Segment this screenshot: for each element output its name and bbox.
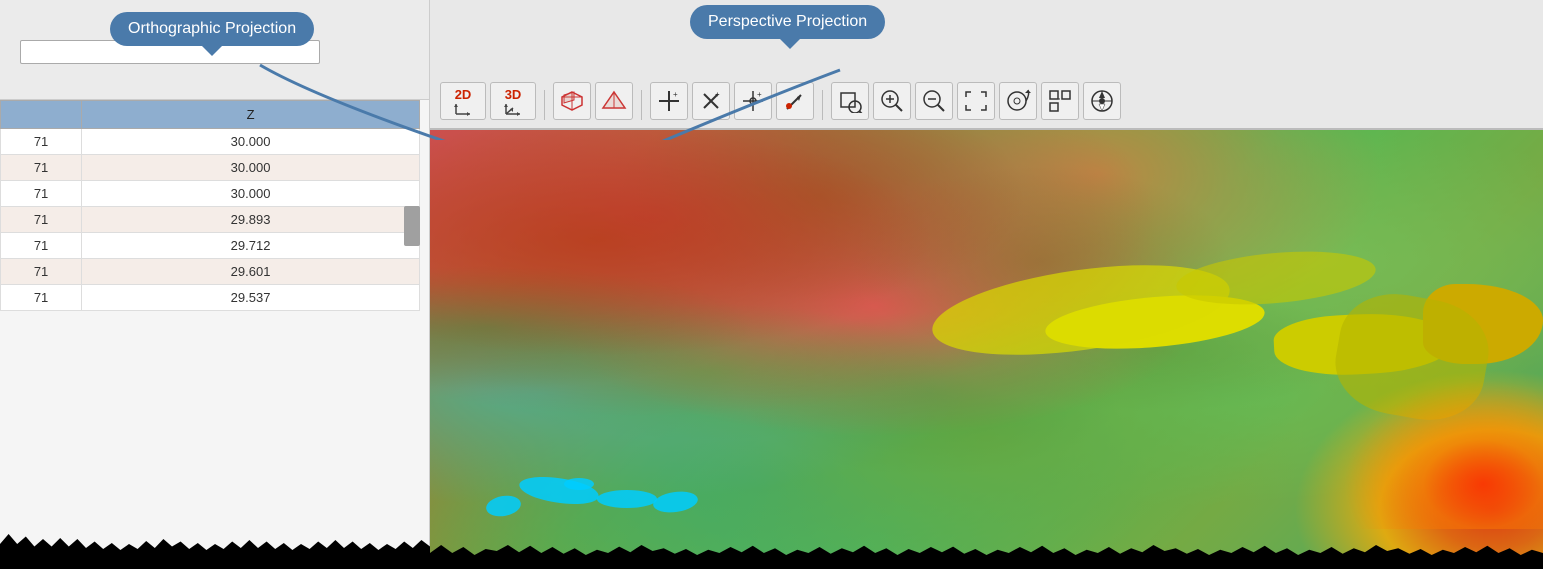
table-header-row: Z [1, 101, 420, 129]
btn-zoom-prev[interactable] [999, 82, 1037, 120]
svg-text:+: + [673, 90, 678, 99]
svg-text:+: + [757, 90, 762, 99]
zoom-out-icon [922, 89, 946, 113]
table-cell-id: 71 [1, 285, 82, 311]
water-feature-5 [564, 478, 594, 490]
btn-add-point[interactable]: + [650, 82, 688, 120]
table-row: 7129.601 [1, 259, 420, 285]
toolbar: 2D 3D [430, 0, 1543, 130]
2d-icon: 2D [454, 87, 472, 116]
table-cell-z: 29.601 [82, 259, 420, 285]
snap-icon [1047, 88, 1073, 114]
table-cell-z: 29.537 [82, 285, 420, 311]
viewport-3d [430, 130, 1543, 569]
table-row: 7130.000 [1, 155, 420, 181]
table-cell-id: 71 [1, 207, 82, 233]
btn-fit[interactable] [957, 82, 995, 120]
table-row: 7129.893 [1, 207, 420, 233]
table-row: 7130.000 [1, 129, 420, 155]
toolbar-divider-3 [822, 90, 823, 120]
toolbar-divider-1 [544, 90, 545, 120]
table-cell-id: 71 [1, 129, 82, 155]
btn-snap[interactable] [1041, 82, 1079, 120]
search-box[interactable] [20, 40, 320, 64]
zoom-in-icon [880, 89, 904, 113]
3d-icon: 3D [503, 87, 523, 116]
btn-box[interactable] [553, 82, 591, 120]
search-input-area [0, 0, 429, 74]
zoom-box-icon [837, 89, 863, 113]
left-panel: Z 7130.0007130.0007130.0007129.8937129.7… [0, 0, 430, 569]
zoom-prev-icon [1004, 88, 1032, 114]
main-container: Z 7130.0007130.0007130.0007129.8937129.7… [0, 0, 1543, 569]
btn-2d[interactable]: 2D [440, 82, 486, 120]
btn-north[interactable] [1083, 82, 1121, 120]
fit-icon [963, 89, 989, 113]
col-z-header: Z [82, 101, 420, 129]
table-cell-z: 29.893 [82, 207, 420, 233]
table-cell-id: 71 [1, 181, 82, 207]
table-row: 7129.712 [1, 233, 420, 259]
right-panel: 2D 3D [430, 0, 1543, 569]
toolbar-divider-2 [641, 90, 642, 120]
btn-draw[interactable] [776, 82, 814, 120]
table-cell-id: 71 [1, 155, 82, 181]
table-cell-id: 71 [1, 233, 82, 259]
delete-point-icon: + [699, 89, 723, 113]
3d-label: 3D [505, 87, 522, 102]
terrain-hot-area-2 [1343, 379, 1543, 529]
top-bar-left [0, 0, 429, 100]
table-cell-z: 30.000 [82, 181, 420, 207]
north-icon [1089, 88, 1115, 114]
btn-wedge[interactable] [595, 82, 633, 120]
terrain-canvas [430, 130, 1543, 569]
box-icon [560, 90, 584, 112]
move-point-icon: + [741, 89, 765, 113]
btn-zoom-in[interactable] [873, 82, 911, 120]
water-feature-3 [597, 490, 657, 508]
data-table: Z 7130.0007130.0007130.0007129.8937129.7… [0, 100, 420, 311]
2d-label: 2D [455, 87, 472, 102]
btn-3d[interactable]: 3D [490, 82, 536, 120]
3d-axes-icon [503, 102, 523, 116]
draw-icon [783, 89, 807, 113]
table-row: 7130.000 [1, 181, 420, 207]
btn-zoom-out[interactable] [915, 82, 953, 120]
2d-axes-icon [454, 102, 472, 116]
table-cell-z: 29.712 [82, 233, 420, 259]
btn-delete-point[interactable]: + [692, 82, 730, 120]
add-point-icon: + [657, 89, 681, 113]
table-cell-z: 30.000 [82, 129, 420, 155]
table-cell-z: 30.000 [82, 155, 420, 181]
table-container: Z 7130.0007130.0007130.0007129.8937129.7… [0, 100, 420, 569]
btn-zoom-box[interactable] [831, 82, 869, 120]
table-row: 7129.537 [1, 285, 420, 311]
svg-text:+: + [715, 90, 720, 99]
table-cell-id: 71 [1, 259, 82, 285]
wedge-icon [601, 90, 627, 112]
scrollbar[interactable] [404, 206, 420, 246]
btn-move-point[interactable]: + [734, 82, 772, 120]
col-id-header [1, 101, 82, 129]
